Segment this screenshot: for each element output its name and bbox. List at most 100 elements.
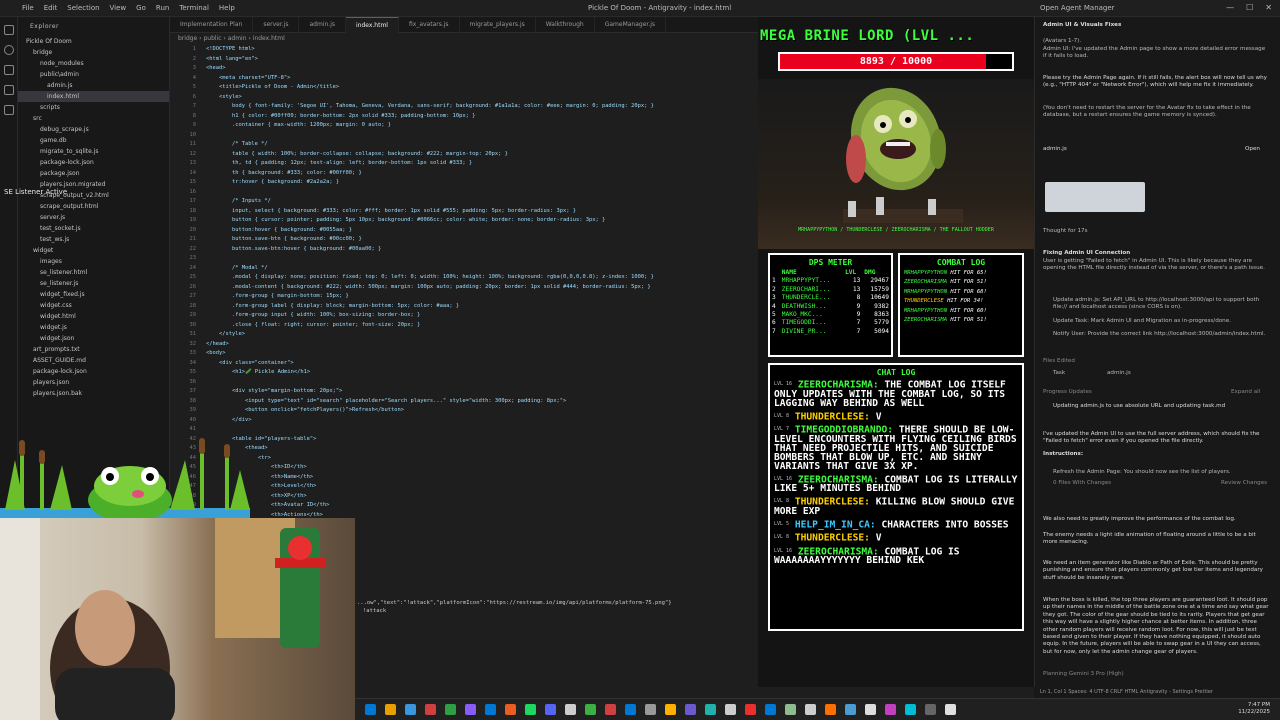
file-tree-item[interactable]: players.json.bak [18, 388, 169, 399]
taskbar-app-icon[interactable] [885, 704, 896, 715]
taskbar-app-icon[interactable] [805, 704, 816, 715]
taskbar-app-icon[interactable] [665, 704, 676, 715]
file-tree-item[interactable]: art_prompts.txt [18, 344, 169, 355]
file-tree-item[interactable]: package-lock.json [18, 366, 169, 377]
file-tree-item[interactable]: widget [18, 245, 169, 256]
screenshot-thumbnail[interactable] [1045, 182, 1145, 212]
file-tree-item[interactable]: src [18, 113, 169, 124]
taskbar-app-icon[interactable] [445, 704, 456, 715]
file-chip[interactable]: admin.js [1043, 146, 1269, 153]
menu-item[interactable]: Terminal [179, 4, 209, 12]
menu-item[interactable]: Run [156, 4, 169, 12]
taskbar-app-icon[interactable] [765, 704, 776, 715]
taskbar-app-icon[interactable] [725, 704, 736, 715]
menu-item[interactable]: Edit [44, 4, 58, 12]
file-tree-item[interactable]: se_listener.html [18, 267, 169, 278]
open-button[interactable]: Open [1245, 146, 1269, 153]
file-tree-item[interactable]: package-lock.json [18, 157, 169, 168]
editor-tab[interactable]: migrate_players.js [460, 17, 536, 33]
file-tree-item[interactable]: widget.js [18, 322, 169, 333]
file-tree-item[interactable]: Pickle Of Doom [18, 36, 169, 47]
menu-bar: File Edit Selection View Go Run Terminal Help [0, 4, 245, 12]
expand-all-button[interactable]: Expand all [1231, 389, 1271, 396]
file-tree-item[interactable]: server.js [18, 212, 169, 223]
taskbar-app-icon[interactable] [405, 704, 416, 715]
taskbar-app-icon[interactable] [785, 704, 796, 715]
taskbar-app-icon[interactable] [365, 704, 376, 715]
taskbar-app-icon[interactable] [485, 704, 496, 715]
file-tree-item[interactable]: index.html [18, 91, 169, 102]
taskbar-app-icon[interactable] [585, 704, 596, 715]
taskbar-app-icon[interactable] [705, 704, 716, 715]
file-tree-item[interactable]: game.db [18, 135, 169, 146]
file-chip[interactable]: admin.js [1107, 370, 1167, 377]
editor-tab[interactable]: GameManager.js [595, 17, 667, 33]
taskbar-app-icon[interactable] [685, 704, 696, 715]
breadcrumb[interactable]: bridge › public › admin › index.html [170, 34, 758, 44]
terminal-panel[interactable]: ...ow","text":"!attack","platformIcon":"… [355, 560, 758, 688]
file-tree-item[interactable]: test_socket.js [18, 223, 169, 234]
review-changes-button[interactable]: Review Changes [1221, 480, 1271, 487]
file-tree-item[interactable]: widget_fixed.js [18, 289, 169, 300]
editor-tab[interactable]: Walkthrough [536, 17, 595, 33]
taskbar-app-icon[interactable] [565, 704, 576, 715]
taskbar-app-icon[interactable] [545, 704, 556, 715]
taskbar-app-icon[interactable] [745, 704, 756, 715]
taskbar-app-icon[interactable] [925, 704, 936, 715]
file-tree-item[interactable]: test_ws.js [18, 234, 169, 245]
run-debug-icon[interactable] [3, 85, 14, 95]
editor-tab[interactable]: server.js [253, 17, 300, 33]
file-tree-item[interactable]: scrape_output.html [18, 201, 169, 212]
file-tree-item[interactable]: widget.css [18, 300, 169, 311]
taskbar-app-icon[interactable] [505, 704, 516, 715]
open-agent-manager-button[interactable]: Open Agent Manager [1040, 4, 1115, 12]
editor-tab[interactable]: admin.js [299, 17, 346, 33]
file-tree-item[interactable]: public\admin [18, 69, 169, 80]
taskbar-app-icon[interactable] [605, 704, 616, 715]
model-selector[interactable]: Planning Gemini 3 Pro (High) [1043, 671, 1269, 678]
menu-item[interactable]: Help [219, 4, 235, 12]
menu-item[interactable]: View [110, 4, 127, 12]
editor-tab[interactable]: Implementation Plan [170, 17, 254, 33]
file-tree-item[interactable]: admin.js [18, 80, 169, 91]
file-tree-item[interactable]: images [18, 256, 169, 267]
file-tree-item[interactable]: widget.html [18, 311, 169, 322]
file-tree-item[interactable]: node_modules [18, 58, 169, 69]
extensions-icon[interactable] [3, 105, 14, 115]
editor-tab[interactable]: fix_avatars.js [399, 17, 460, 33]
source-control-icon[interactable] [3, 65, 14, 75]
thought-toggle[interactable]: Thought for 17s [1043, 228, 1269, 235]
file-tree-item[interactable]: bridge [18, 47, 169, 58]
taskbar-app-icon[interactable] [905, 704, 916, 715]
search-icon[interactable] [3, 45, 14, 55]
taskbar-app-icon[interactable] [525, 704, 536, 715]
taskbar-app-icon[interactable] [465, 704, 476, 715]
file-tree-item[interactable]: migrate_to_sqlite.js [18, 146, 169, 157]
menu-item[interactable]: File [22, 4, 34, 12]
file-tree-item[interactable]: scripts [18, 102, 169, 113]
maximize-icon[interactable]: ☐ [1246, 3, 1253, 12]
file-tree-item[interactable]: se_listener.js [18, 278, 169, 289]
file-tree-item[interactable]: package.json [18, 168, 169, 179]
taskbar-app-icon[interactable] [645, 704, 656, 715]
taskbar-app-icon[interactable] [425, 704, 436, 715]
editor-tab[interactable]: index.html [345, 17, 399, 33]
clock[interactable]: 7:47 PM 11/22/2025 [1238, 702, 1270, 716]
taskbar-app-icon[interactable] [625, 704, 636, 715]
taskbar-app-icon[interactable] [385, 704, 396, 715]
taskbar-app-icon[interactable] [845, 704, 856, 715]
close-icon[interactable]: ✕ [1265, 3, 1272, 12]
file-tree-item[interactable]: debug_scrape.js [18, 124, 169, 135]
file-tree-item[interactable]: ASSET_GUIDE.md [18, 355, 169, 366]
menu-item[interactable]: Go [136, 4, 146, 12]
taskbar-app-icon[interactable] [865, 704, 876, 715]
minimize-icon[interactable]: — [1226, 3, 1234, 12]
task-chip[interactable]: Task [1053, 370, 1093, 377]
taskbar-app-icon[interactable] [825, 704, 836, 715]
taskbar-app-icon[interactable] [945, 704, 956, 715]
file-tree-item[interactable]: widget.json [18, 333, 169, 344]
file-tree-item[interactable]: players.json [18, 377, 169, 388]
code-line: .close { float: right; cursor: pointer; … [206, 321, 421, 328]
explorer-icon[interactable] [3, 25, 14, 35]
menu-item[interactable]: Selection [67, 4, 99, 12]
